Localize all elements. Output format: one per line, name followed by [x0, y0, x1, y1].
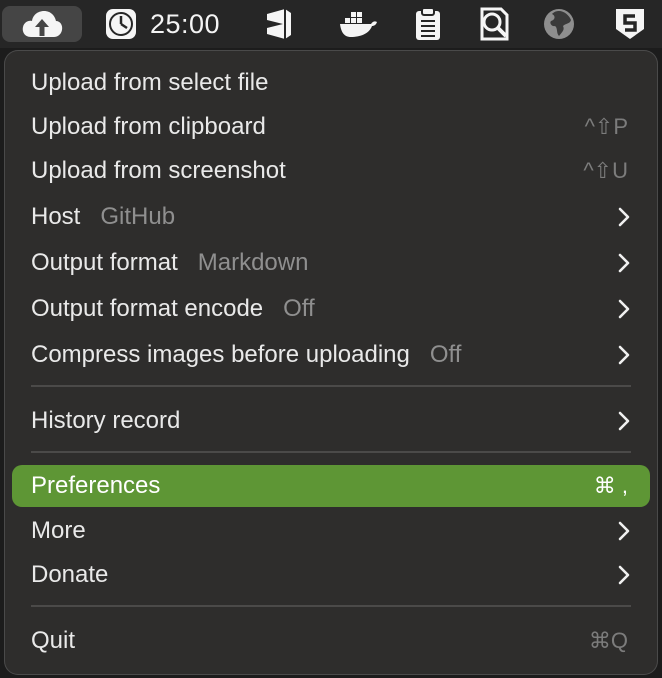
menu-item-quit[interactable]: Quit ⌘Q	[12, 620, 650, 662]
menu-item-output-format[interactable]: Output format Markdown	[12, 242, 650, 284]
menu-item-compress-images[interactable]: Compress images before uploading Off	[12, 334, 650, 376]
menu-item-more[interactable]: More	[12, 510, 650, 552]
chevron-right-icon	[618, 242, 630, 284]
menu-item-preferences[interactable]: Preferences ⌘ ,	[12, 465, 650, 507]
menu-item-label: Compress images before uploading	[31, 341, 410, 368]
chevron-right-icon	[618, 400, 630, 442]
menu-item-donate[interactable]: Donate	[12, 554, 650, 596]
menu-item-upload-screenshot[interactable]: Upload from screenshot ^⇧U	[12, 150, 650, 192]
menu-separator	[31, 385, 631, 387]
dropdown-menu: Upload from select file Upload from clip…	[4, 50, 658, 675]
menu-item-label: Upload from screenshot	[31, 157, 286, 184]
clock-icon	[106, 9, 136, 39]
menu-item-label: Output format	[31, 249, 178, 276]
menu-item-label: History record	[31, 407, 181, 434]
menu-item-label: Upload from clipboard	[31, 113, 266, 140]
menu-item-upload-clipboard[interactable]: Upload from clipboard ^⇧P	[12, 106, 650, 148]
clipboard-status-item[interactable]	[404, 6, 452, 42]
menu-item-label: Preferences	[31, 472, 161, 499]
menu-item-output-format-encode[interactable]: Output format encode Off	[12, 288, 650, 330]
menu-item-label: Output format encode	[31, 295, 264, 322]
menu-item-label: More	[31, 517, 86, 544]
menu-separator	[31, 605, 631, 607]
menu-item-label: Donate	[31, 561, 109, 588]
shield-s-icon	[616, 9, 644, 39]
chevron-right-icon	[618, 510, 630, 552]
menu-item-value: Markdown	[197, 249, 309, 276]
menu-item-host[interactable]: Host GitHub	[12, 196, 650, 238]
menu-item-label: Host	[31, 203, 81, 230]
chevron-right-icon	[618, 288, 630, 330]
menu-item-value: Off	[429, 341, 462, 368]
menu-item-history-record[interactable]: History record	[12, 400, 650, 442]
shortcut-label: ^⇧P	[584, 114, 628, 139]
shield-status-item[interactable]	[606, 6, 654, 42]
cloud-upload-icon	[22, 11, 63, 37]
shortcut-label: ⌘Q	[588, 628, 628, 653]
docker-icon	[340, 12, 377, 37]
search-doc-icon	[480, 7, 509, 41]
cloud-upload-status-item[interactable]	[2, 6, 82, 42]
menu-separator	[31, 451, 631, 453]
vscode-status-item[interactable]	[254, 6, 302, 42]
menu-bar: 25:00	[0, 0, 662, 48]
globe-status-item[interactable]	[535, 6, 583, 42]
chevron-right-icon	[618, 554, 630, 596]
menu-item-upload-select-file[interactable]: Upload from select file	[12, 62, 650, 104]
menu-item-value: Off	[283, 295, 315, 322]
pomodoro-timer[interactable]: 25:00	[104, 6, 234, 42]
clipboard-icon	[416, 7, 440, 40]
shortcut-label: ⌘ ,	[593, 473, 628, 498]
chevron-right-icon	[618, 334, 630, 376]
menu-item-label: Upload from select file	[31, 69, 269, 96]
globe-icon	[544, 9, 574, 39]
search-doc-status-item[interactable]	[470, 6, 518, 42]
docker-status-item[interactable]	[334, 6, 382, 42]
timer-text: 25:00	[150, 8, 221, 39]
vscode-icon	[267, 9, 291, 39]
menu-item-label: Quit	[31, 627, 76, 654]
chevron-right-icon	[618, 196, 630, 238]
shortcut-label: ^⇧U	[583, 158, 628, 183]
menu-item-value: GitHub	[100, 203, 176, 230]
